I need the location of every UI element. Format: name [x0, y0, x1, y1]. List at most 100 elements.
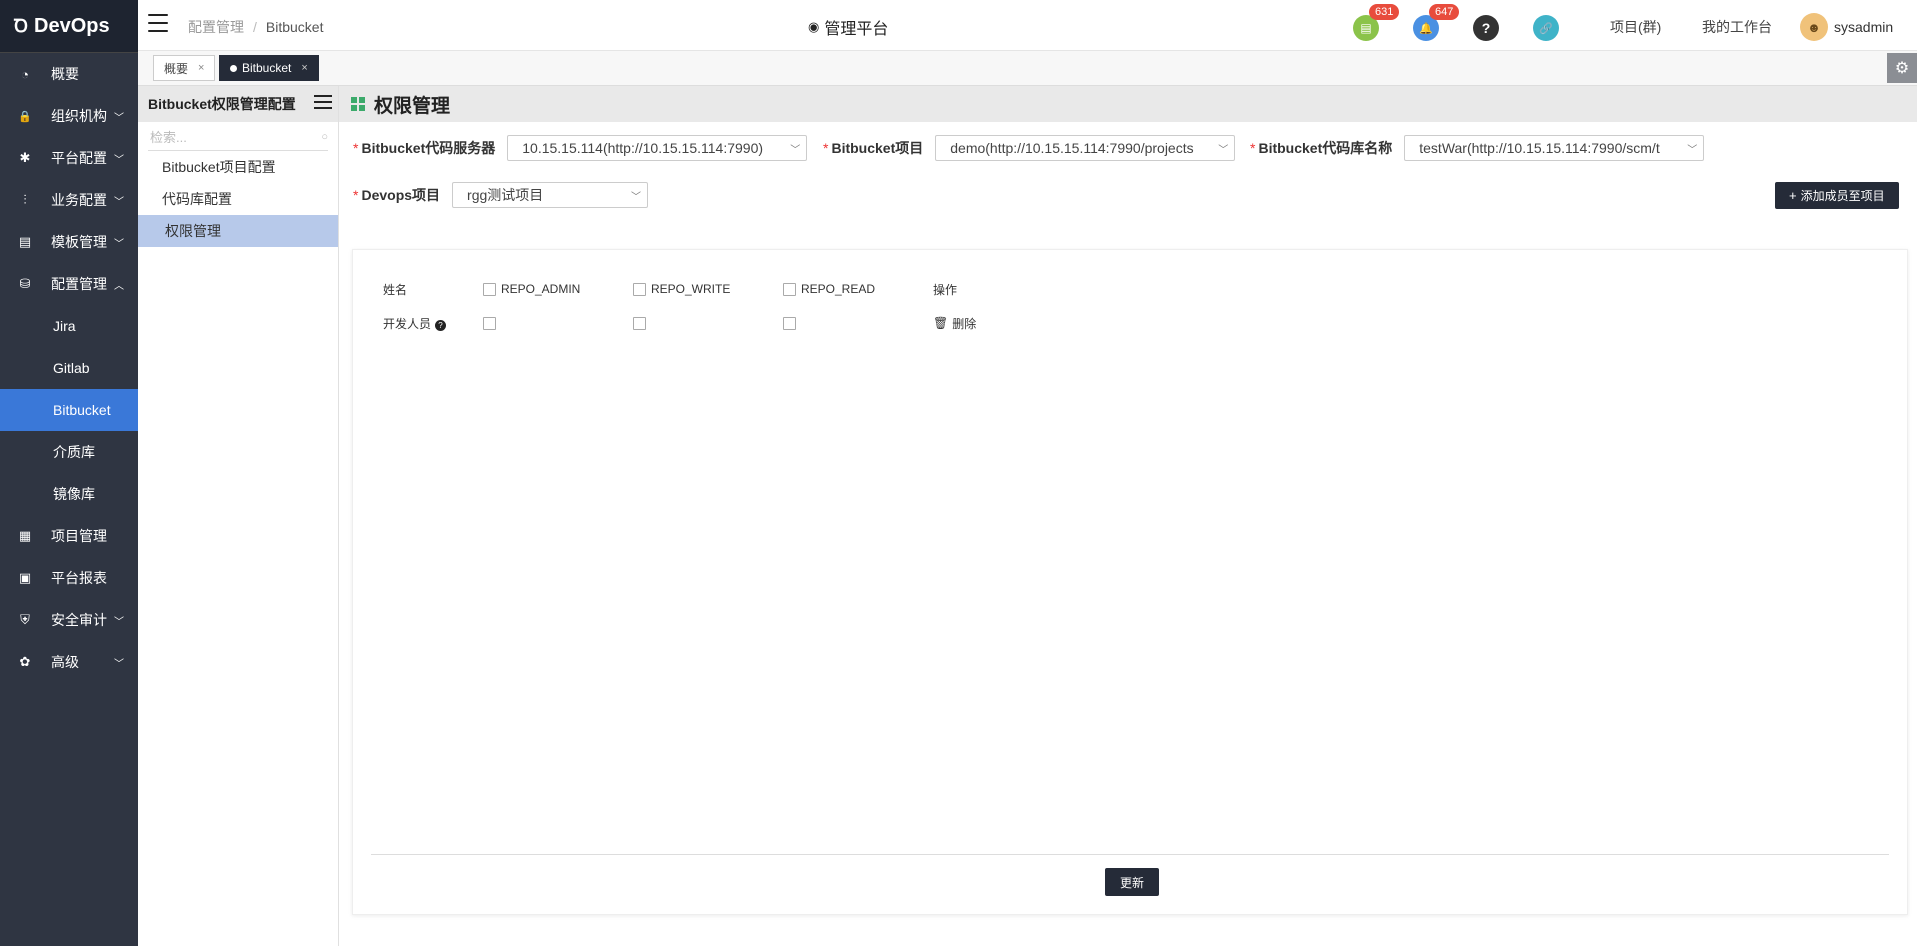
search-icon[interactable]: ○ [321, 131, 328, 143]
workspace-link[interactable]: 我的工作台 [1702, 17, 1772, 37]
divider [371, 854, 1889, 855]
sidebar-item-image-library[interactable]: 镜像库 [0, 473, 138, 515]
projects-link[interactable]: 项目(群) [1610, 17, 1661, 37]
subpanel-title: Bitbucket权限管理配置 [148, 96, 296, 112]
sidebar-nav: ◔ 概要 🔒 组织机构 ﹀ ✱ 平台配置 ﹀ ⫶ 业务配置 ﹀ ▤ 模板管理 ﹀… [0, 53, 138, 683]
chevron-down-icon: ﹀ [114, 617, 124, 628]
select-all-write-checkbox[interactable] [633, 282, 646, 296]
chevron-down-icon: ﹀ [114, 155, 124, 166]
devops-project-select[interactable]: rgg测试项目 ﹀ [452, 182, 649, 208]
table-header-row: 姓名 REPO_ADMIN REPO_WRITE REPO_READ 操作 [383, 272, 1033, 306]
todo-icon: ▤ [1360, 21, 1372, 35]
tab-bitbucket[interactable]: Bitbucket × [219, 55, 319, 81]
project-select[interactable]: demo(http://10.15.15.114:7990/projects ﹀ [935, 135, 1236, 161]
search-input[interactable] [148, 128, 302, 146]
eye-icon: ◉ [808, 19, 820, 34]
member-name: 开发人员? [383, 315, 483, 332]
server-value: 10.15.15.114(http://10.15.15.114:7990) [522, 140, 764, 156]
update-button[interactable]: 更新 [1105, 868, 1160, 896]
permission-card: 姓名 REPO_ADMIN REPO_WRITE REPO_READ 操作 开发… [352, 249, 1908, 915]
close-icon[interactable]: × [198, 62, 204, 74]
sidebar-item-template[interactable]: ▤ 模板管理 ﹀ [0, 221, 138, 263]
subpanel-item-repo-config[interactable]: 代码库配置 [138, 183, 338, 215]
sidebar-item-label: 业务配置 [51, 192, 107, 208]
menu-icon[interactable] [314, 95, 332, 109]
sidebar-item-project-management[interactable]: ▦ 项目管理 [0, 515, 138, 557]
repo-value: testWar(http://10.15.15.114:7990/scm/t [1419, 140, 1660, 156]
breadcrumb: 配置管理 / Bitbucket [188, 17, 323, 37]
close-icon[interactable]: × [301, 62, 307, 74]
avatar-icon: ☻ [1807, 19, 1821, 35]
help-icon[interactable]: ? [435, 319, 447, 331]
sidebar-item-label: 项目管理 [51, 528, 107, 544]
sidebar-item-overview[interactable]: ◔ 概要 [0, 53, 138, 95]
select-all-read-checkbox[interactable] [783, 282, 796, 296]
repo-write-checkbox[interactable] [633, 316, 646, 330]
grid-icon [351, 97, 365, 111]
header-repo-read: REPO_READ [783, 282, 933, 296]
sidebar-item-advanced[interactable]: ✿ 高级 ﹀ [0, 641, 138, 683]
sidebar-item-label: 安全审计 [51, 612, 107, 628]
sidebar-item-label: 概要 [51, 66, 79, 82]
settings-button[interactable]: ⚙ [1887, 53, 1917, 83]
project-value: demo(http://10.15.15.114:7990/projects [950, 140, 1194, 156]
sidebar-item-label: 配置管理 [51, 276, 107, 292]
select-all-admin-checkbox[interactable] [483, 282, 496, 296]
active-dot-icon [230, 64, 237, 72]
subpanel-item-project-config[interactable]: Bitbucket项目配置 [138, 151, 338, 183]
subpanel-search: ○ [148, 124, 328, 151]
delete-button[interactable]: 🗑 删除 [933, 315, 976, 332]
repo-field: * Bitbucket代码库名称 testWar(http://10.15.15.… [1250, 135, 1705, 161]
username: sysadmin [1834, 19, 1894, 35]
sidebar-item-jira[interactable]: Jira [0, 305, 138, 347]
sidebar-item-platform-report[interactable]: ▣ 平台报表 [0, 557, 138, 599]
menu-toggle-icon[interactable] [148, 14, 168, 32]
delete-label: 删除 [952, 316, 977, 331]
notification-count-badge: 647 [1429, 4, 1460, 20]
sidebar-item-label: 平台配置 [51, 150, 107, 166]
repo-read-checkbox[interactable] [783, 316, 796, 330]
sidebar: Ꝺ DevOps ◔ 概要 🔒 组织机构 ﹀ ✱ 平台配置 ﹀ ⫶ 业务配置 ﹀… [0, 0, 138, 946]
cell-repo-admin [483, 316, 633, 330]
tab-label: Bitbucket [242, 61, 292, 75]
chevron-down-icon: ﹀ [114, 659, 124, 670]
notification-button[interactable]: 🔔 647 [1413, 4, 1460, 41]
sidebar-item-security-audit[interactable]: ⛨ 安全审计 ﹀ [0, 599, 138, 641]
sidebar-item-label: 高级 [51, 654, 79, 670]
sidebar-item-business-config[interactable]: ⫶ 业务配置 ﹀ [0, 179, 138, 221]
lock-icon: 🔒 [18, 110, 32, 123]
help-button[interactable]: ? [1473, 15, 1499, 41]
sidebar-item-label: 组织机构 [51, 108, 107, 124]
sidebar-item-media-library[interactable]: 介质库 [0, 431, 138, 473]
tab-overview[interactable]: 概要 × [153, 55, 216, 81]
sidebar-item-config-management[interactable]: ⛁ 配置管理 ︿ [0, 263, 138, 305]
sidebar-item-label: 平台报表 [51, 570, 107, 586]
devops-project-field: * Devops项目 rgg测试项目 ﹀ [353, 182, 649, 208]
sidebar-item-bitbucket[interactable]: Bitbucket [0, 389, 138, 431]
breadcrumb-item-config[interactable]: 配置管理 [188, 19, 244, 35]
todo-count-badge: 631 [1369, 4, 1400, 20]
avatar: ☻ [1800, 13, 1828, 41]
sidebar-item-organization[interactable]: 🔒 组织机构 ﹀ [0, 95, 138, 137]
config-subpanel: Bitbucket权限管理配置 ○ Bitbucket项目配置 代码库配置 权限… [138, 86, 339, 946]
header-operation: 操作 [933, 282, 958, 297]
sidebar-item-label: Bitbucket [53, 402, 111, 418]
chevron-down-icon: ﹀ [790, 144, 801, 156]
todo-button[interactable]: ▤ 631 [1353, 4, 1400, 41]
subpanel-item-permission[interactable]: 权限管理 [138, 215, 338, 247]
repo-select[interactable]: testWar(http://10.15.15.114:7990/scm/t ﹀ [1404, 135, 1705, 161]
sidebar-item-gitlab[interactable]: Gitlab [0, 347, 138, 389]
user-menu[interactable]: ☻ sysadmin [1800, 13, 1893, 41]
devops-project-value: rgg测试项目 [467, 187, 544, 203]
sidebar-item-platform-config[interactable]: ✱ 平台配置 ﹀ [0, 137, 138, 179]
server-select[interactable]: 10.15.15.114(http://10.15.15.114:7990) ﹀ [507, 135, 808, 161]
link-button[interactable]: 🔗 [1533, 15, 1559, 41]
breadcrumb-item-current: Bitbucket [265, 19, 324, 35]
dashboard-icon: ◔ [21, 66, 29, 82]
app-logo[interactable]: Ꝺ DevOps [0, 0, 138, 53]
help-icon: ? [1481, 20, 1491, 36]
add-member-button[interactable]: + 添加成员至项目 [1775, 182, 1899, 209]
table-row: 开发人员? 🗑 删除 [383, 306, 1033, 340]
chevron-up-icon: ︿ [114, 281, 124, 292]
repo-admin-checkbox[interactable] [483, 316, 496, 330]
